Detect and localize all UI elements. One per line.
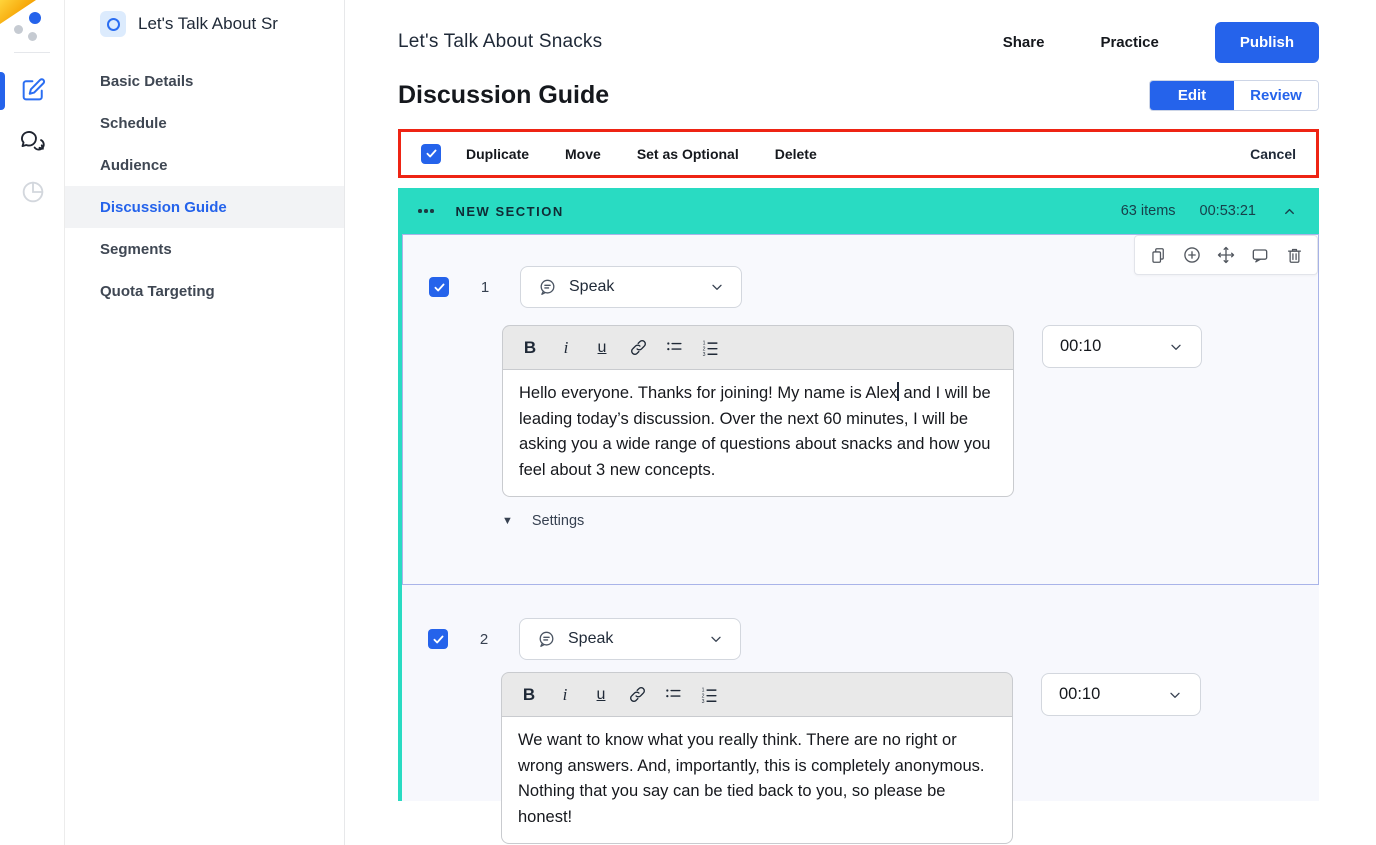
page-header: Discussion Guide Edit Review [398,80,1319,111]
project-header[interactable]: Let's Talk About Sr [65,10,344,38]
delete-item-icon[interactable] [1277,238,1311,272]
bullet-list-icon[interactable] [655,678,691,712]
item-2-header-row: 2 Speak [428,618,741,660]
chevron-down-icon [1167,687,1183,703]
move-item-icon[interactable] [1209,238,1243,272]
item-1-settings-toggle[interactable]: ▼ Settings [502,513,584,529]
item-1-header-row: 1 Speak [429,266,742,308]
main-content: Let's Talk About Snacks Share Practice P… [345,0,1376,845]
item-1-type-label: Speak [569,278,614,296]
guide-item-2: 2 Speak B i u [402,618,1319,845]
sidebar-item-discussion-guide[interactable]: Discussion Guide [65,186,344,228]
guide-item-1-card: 1 Speak B i u [402,234,1319,585]
set-as-optional-button[interactable]: Set as Optional [637,146,739,162]
move-button[interactable]: Move [565,146,601,162]
rail-item-chat[interactable] [0,128,65,156]
sidebar-item-audience[interactable]: Audience [65,144,344,186]
section-body: 1 Speak B i u [398,234,1319,801]
section-duration: 00:53:21 [1200,203,1256,219]
underline-icon[interactable]: u [583,678,619,712]
italic-icon[interactable]: i [547,678,583,712]
svg-text:3: 3 [701,699,704,704]
app-icon-rail [0,0,65,845]
speak-icon [537,277,558,298]
section-menu-icon[interactable] [418,209,434,213]
item-2-type-label: Speak [568,630,613,648]
compose-icon [19,76,47,104]
edit-review-toggle: Edit Review [1149,80,1319,111]
item-1-editor: B i u 123 Hello everyone. Thanks for joi… [502,325,1014,497]
numbered-list-icon[interactable]: 123 [692,331,728,365]
chevron-down-icon [1168,339,1184,355]
chevron-down-icon [709,279,725,295]
numbered-list-icon[interactable]: 123 [691,678,727,712]
select-all-checkbox[interactable] [421,144,441,164]
item-2-duration-value: 00:10 [1059,685,1100,704]
section-header: NEW SECTION 63 items 00:53:21 [398,188,1319,234]
rail-divider [14,52,50,53]
pie-chart-icon [19,178,47,206]
item-hover-toolbar [1134,235,1318,275]
publish-button[interactable]: Publish [1215,22,1319,63]
duplicate-button[interactable]: Duplicate [466,146,529,162]
top-header: Let's Talk About Snacks Share Practice P… [398,21,1319,63]
triangle-down-icon: ▼ [502,515,513,527]
bold-icon[interactable]: B [512,331,548,365]
item-2-editor-toolbar: B i u 123 [501,672,1013,717]
section-items-count: 63 items [1121,203,1176,219]
duplicate-item-icon[interactable] [1141,238,1175,272]
item-2-number: 2 [474,631,494,648]
section-title: NEW SECTION [456,204,564,219]
item-1-checkbox[interactable] [429,277,449,297]
share-button[interactable]: Share [1003,34,1045,51]
link-icon[interactable] [620,331,656,365]
delete-button[interactable]: Delete [775,146,817,162]
project-title: Let's Talk About Sr [138,14,278,34]
svg-text:3: 3 [702,352,705,357]
bulk-action-bar: Duplicate Move Set as Optional Delete Ca… [398,129,1319,178]
link-icon[interactable] [619,678,655,712]
item-2-duration-select[interactable]: 00:10 [1041,673,1201,716]
item-2-text-input[interactable]: We want to know what you really think. T… [501,717,1013,844]
item-1-type-select[interactable]: Speak [520,266,742,308]
sidebar-item-schedule[interactable]: Schedule [65,102,344,144]
comment-item-icon[interactable] [1243,238,1277,272]
item-1-number: 1 [475,279,495,296]
item-1-text-before-caret: Hello everyone. Thanks for joining! My n… [519,384,897,402]
item-1-editor-toolbar: B i u 123 [502,325,1014,370]
section-collapse-button[interactable] [1282,204,1297,219]
rail-item-guide-editor[interactable] [0,76,65,104]
add-item-icon[interactable] [1175,238,1209,272]
page-title: Discussion Guide [398,81,609,110]
chevron-down-icon [708,631,724,647]
rail-item-reports[interactable] [0,178,65,206]
item-1-text-input[interactable]: Hello everyone. Thanks for joining! My n… [502,370,1014,497]
tab-review[interactable]: Review [1234,81,1318,110]
sidebar-item-basic-details[interactable]: Basic Details [65,60,344,102]
bold-icon[interactable]: B [511,678,547,712]
tab-edit[interactable]: Edit [1150,81,1234,110]
sidebar-item-segments[interactable]: Segments [65,228,344,270]
sidebar-item-quota-targeting[interactable]: Quota Targeting [65,270,344,312]
practice-button[interactable]: Practice [1100,34,1158,51]
speak-icon [536,629,557,650]
item-2-type-select[interactable]: Speak [519,618,741,660]
bullet-list-icon[interactable] [656,331,692,365]
project-avatar-icon [100,11,126,37]
item-1-settings-label: Settings [532,513,584,529]
chat-bubbles-icon [19,128,47,156]
project-sidebar: Let's Talk About Sr Basic Details Schedu… [65,0,345,845]
app-logo-dots-icon[interactable] [0,8,65,48]
item-2-checkbox[interactable] [428,629,448,649]
italic-icon[interactable]: i [548,331,584,365]
underline-icon[interactable]: u [584,331,620,365]
item-1-duration-value: 00:10 [1060,337,1101,356]
cancel-button[interactable]: Cancel [1250,146,1296,162]
item-2-editor: B i u 123 We want to know what you reall… [501,672,1013,844]
project-name-heading: Let's Talk About Snacks [398,31,602,53]
item-1-duration-select[interactable]: 00:10 [1042,325,1202,368]
